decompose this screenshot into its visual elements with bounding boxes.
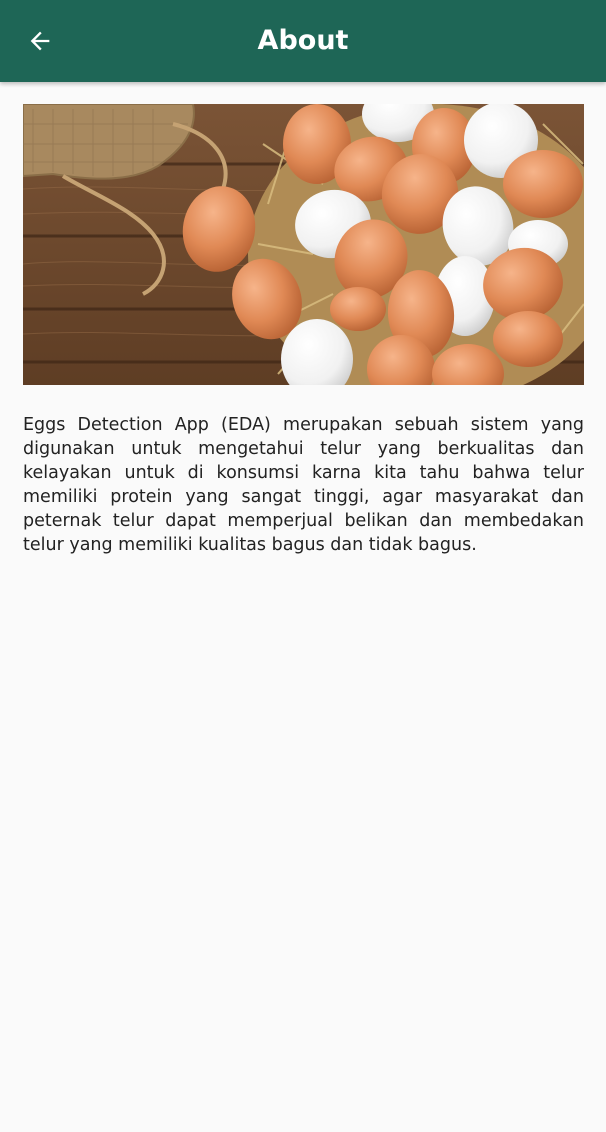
about-description: Eggs Detection App (EDA) merupakan sebua… bbox=[23, 415, 584, 555]
app-bar: About bbox=[0, 0, 606, 82]
eggs-image bbox=[23, 104, 584, 385]
page-title: About bbox=[257, 25, 349, 56]
